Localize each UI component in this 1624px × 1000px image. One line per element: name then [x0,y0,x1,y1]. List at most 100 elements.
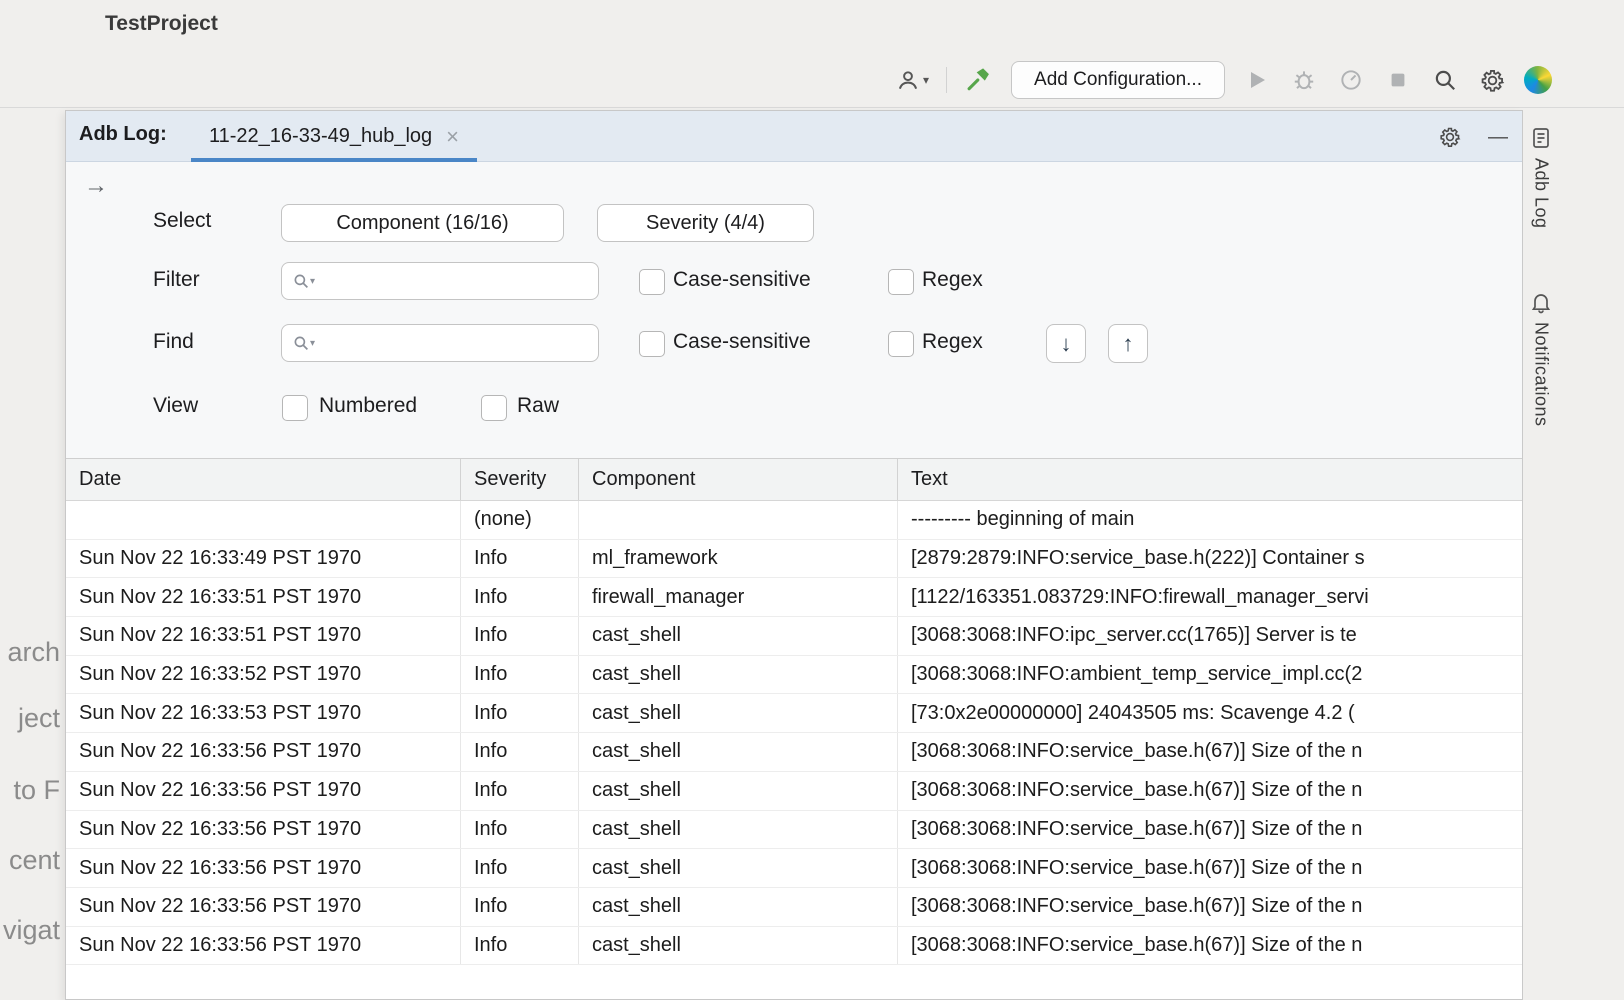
panel-settings-button[interactable] [1438,125,1462,149]
raw-label: Raw [517,394,559,418]
cell-severity: Info [461,772,579,810]
stop-icon [1387,69,1409,91]
panel-header-actions: — [1438,111,1508,162]
log-tab[interactable]: 11-22_16-33-49_hub_log × [191,111,477,162]
log-table-header: Date Severity Component Text [66,459,1522,501]
debug-button[interactable] [1289,65,1319,95]
cell-text: [3068:3068:INFO:service_base.h(67)] Size… [898,811,1522,849]
cell-text: [3068:3068:INFO:service_base.h(67)] Size… [898,772,1522,810]
stop-button[interactable] [1383,65,1413,95]
table-row[interactable]: Sun Nov 22 16:33:56 PST 1970 Info cast_s… [66,733,1522,772]
cell-severity: (none) [461,501,579,539]
table-row[interactable]: Sun Nov 22 16:33:53 PST 1970 Info cast_s… [66,694,1522,733]
select-label: Select [153,209,211,233]
side-tab-label: Adb Log [1531,158,1552,229]
settings-button[interactable] [1477,65,1507,95]
find-regex-checkbox[interactable] [888,331,914,357]
bug-icon [1291,67,1317,93]
magnifier-icon [292,272,310,290]
find-regex-label: Regex [922,330,983,354]
cell-component: cast_shell [579,927,898,965]
column-header-date[interactable]: Date [66,459,461,500]
cell-component: cast_shell [579,772,898,810]
column-header-severity[interactable]: Severity [461,459,579,500]
side-tab-adb-log[interactable]: Adb Log [1529,126,1553,229]
severity-filter-button[interactable]: Severity (4/4) [597,204,814,242]
find-input[interactable] [319,325,598,361]
toolbar-divider [946,67,947,93]
profiler-button[interactable] [1336,65,1366,95]
build-button[interactable] [964,65,994,95]
numbered-checkbox[interactable] [282,395,308,421]
find-input-wrap: ▾ [281,324,599,362]
search-everywhere-button[interactable] [1430,65,1460,95]
tool-window-strip: Adb Log Notifications [1522,110,1624,1000]
cell-text: [3068:3068:INFO:service_base.h(67)] Size… [898,888,1522,926]
adb-log-panel: Adb Log: 11-22_16-33-49_hub_log × — → Se… [65,110,1522,1000]
table-row[interactable]: Sun Nov 22 16:33:56 PST 1970 Info cast_s… [66,927,1522,966]
filter-case-sensitive-checkbox[interactable] [639,269,665,295]
filter-case-sensitive-label: Case-sensitive [673,268,811,292]
filter-area: → Select Component (16/16) Severity (4/4… [66,162,1522,459]
collapse-arrow-icon[interactable]: → [84,172,108,200]
log-file-icon [1529,126,1553,150]
cell-text: [3068:3068:INFO:ambient_temp_service_imp… [898,656,1522,694]
run-button[interactable] [1242,65,1272,95]
cell-date: Sun Nov 22 16:33:56 PST 1970 [66,927,461,965]
column-header-component[interactable]: Component [579,459,898,500]
table-row[interactable]: Sun Nov 22 16:33:56 PST 1970 Info cast_s… [66,772,1522,811]
add-configuration-button[interactable]: Add Configuration... [1011,61,1225,99]
cell-component: ml_framework [579,540,898,578]
search-history-button[interactable]: ▾ [292,272,315,290]
window-title: TestProject [105,12,218,36]
sync-sphere-icon[interactable] [1524,66,1552,94]
cell-text: [3068:3068:INFO:ipc_server.cc(1765)] Ser… [898,617,1522,655]
table-row[interactable]: Sun Nov 22 16:33:56 PST 1970 Info cast_s… [66,849,1522,888]
table-row[interactable]: (none) --------- beginning of main [66,501,1522,540]
background-text-fragment: vigat [0,915,60,946]
raw-checkbox[interactable] [481,395,507,421]
column-header-text[interactable]: Text [898,459,1522,500]
filter-input[interactable] [319,263,598,299]
cell-date [66,501,461,539]
table-row[interactable]: Sun Nov 22 16:33:51 PST 1970 Info firewa… [66,578,1522,617]
cell-text: [1122/163351.083729:INFO:firewall_manage… [898,578,1522,616]
filter-label: Filter [153,268,200,292]
cell-component: cast_shell [579,811,898,849]
background-text-fragment: ject [0,703,60,734]
arrow-down-icon: ↓ [1061,331,1072,357]
search-history-button[interactable]: ▾ [292,334,315,352]
log-table-body: (none) --------- beginning of main Sun N… [66,501,1522,965]
find-next-button[interactable]: ↓ [1046,324,1086,363]
find-case-sensitive-checkbox[interactable] [639,331,665,357]
cell-component: cast_shell [579,617,898,655]
table-row[interactable]: Sun Nov 22 16:33:56 PST 1970 Info cast_s… [66,888,1522,927]
cell-component: cast_shell [579,694,898,732]
find-previous-button[interactable]: ↑ [1108,324,1148,363]
cell-severity: Info [461,656,579,694]
arrow-up-icon: ↑ [1123,331,1134,357]
cell-severity: Info [461,578,579,616]
cell-severity: Info [461,888,579,926]
title-bar: TestProject ▾ Add Configuration... [0,0,1624,108]
side-tab-notifications[interactable]: Notifications [1529,290,1553,427]
component-filter-button[interactable]: Component (16/16) [281,204,564,242]
magnifier-icon [292,334,310,352]
table-row[interactable]: Sun Nov 22 16:33:49 PST 1970 Info ml_fra… [66,540,1522,579]
table-row[interactable]: Sun Nov 22 16:33:56 PST 1970 Info cast_s… [66,811,1522,850]
table-row[interactable]: Sun Nov 22 16:33:51 PST 1970 Info cast_s… [66,617,1522,656]
close-icon[interactable]: × [446,126,459,148]
cell-date: Sun Nov 22 16:33:51 PST 1970 [66,617,461,655]
search-icon [1432,67,1458,93]
cell-date: Sun Nov 22 16:33:56 PST 1970 [66,733,461,771]
background-text-fragment: cent [0,845,60,876]
minimize-button[interactable]: — [1488,127,1508,147]
cell-text: [3068:3068:INFO:service_base.h(67)] Size… [898,849,1522,887]
chevron-down-icon: ▾ [310,276,315,287]
cell-date: Sun Nov 22 16:33:56 PST 1970 [66,772,461,810]
filter-regex-checkbox[interactable] [888,269,914,295]
user-profile-button[interactable]: ▾ [895,65,929,95]
chevron-down-icon: ▾ [923,73,929,87]
table-row[interactable]: Sun Nov 22 16:33:52 PST 1970 Info cast_s… [66,656,1522,695]
cell-component: cast_shell [579,656,898,694]
